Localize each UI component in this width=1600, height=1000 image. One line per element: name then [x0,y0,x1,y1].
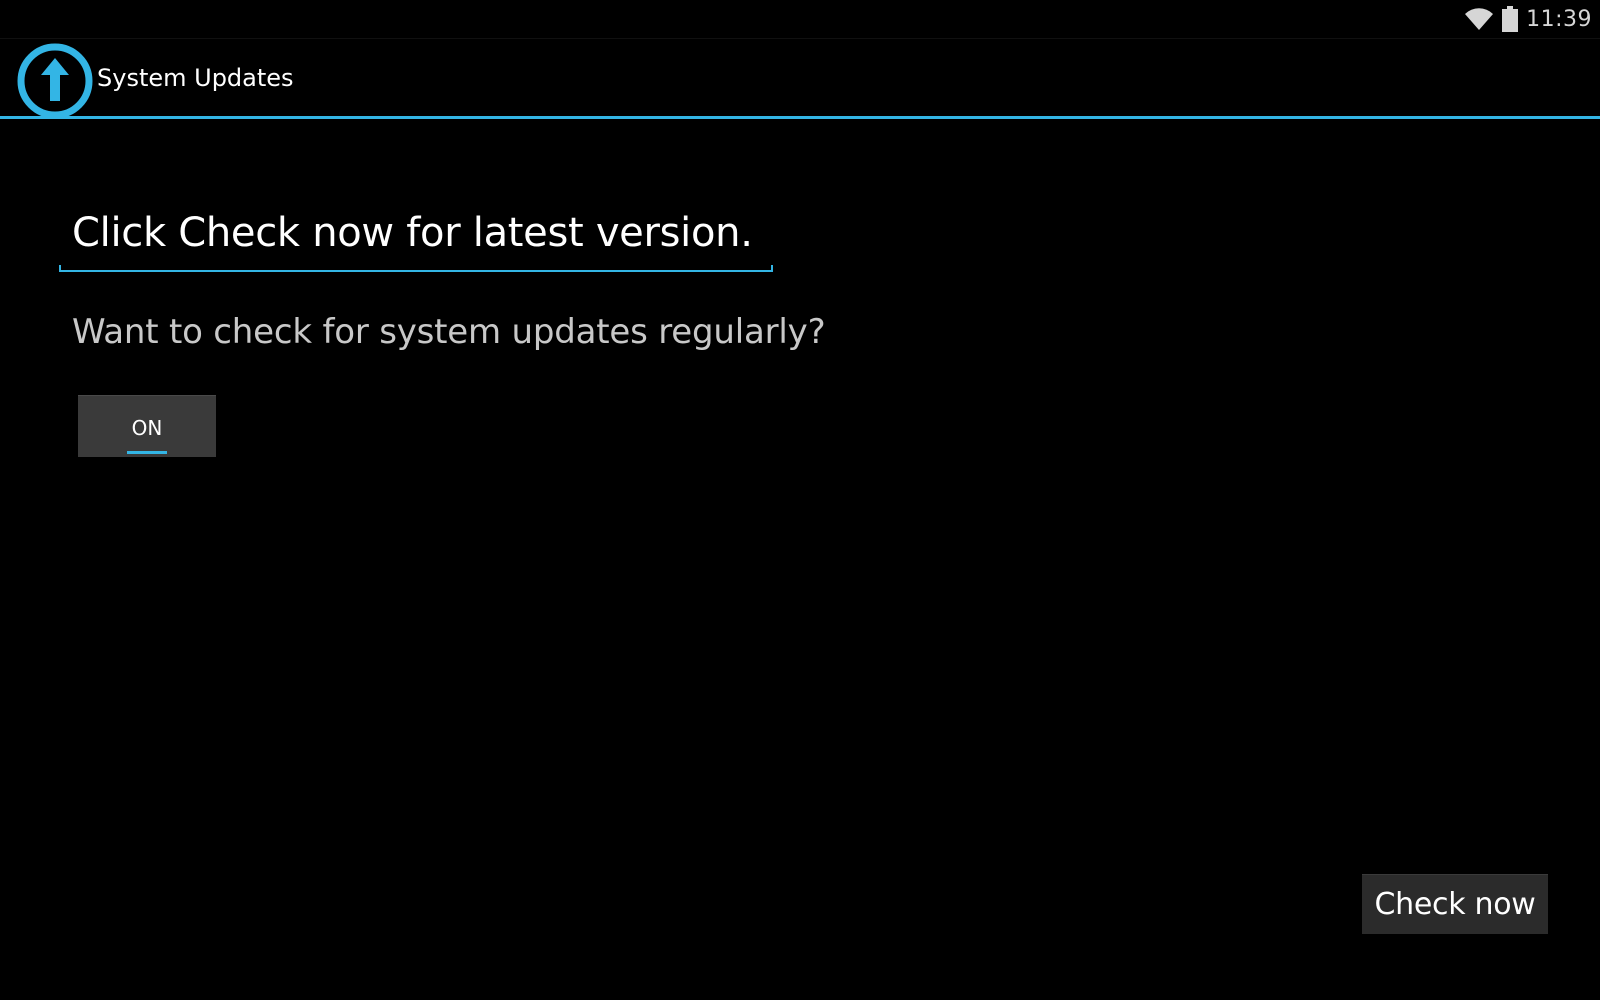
status-message-box: Click Check now for latest version. [59,200,773,272]
action-bar: System Updates [0,39,1600,119]
system-update-arrow-icon[interactable] [17,43,93,119]
check-now-button[interactable]: Check now [1362,874,1548,934]
check-now-label: Check now [1374,887,1536,922]
auto-check-toggle[interactable]: ON [78,395,216,457]
auto-check-question: Want to check for system updates regular… [72,312,826,352]
status-time: 11:39 [1526,6,1592,32]
status-indicators: 11:39 [1464,4,1592,34]
page-title: System Updates [97,64,294,92]
status-message: Click Check now for latest version. [72,210,753,256]
status-bar: 11:39 [0,0,1600,39]
toggle-on-indicator [127,451,167,454]
wifi-icon [1464,7,1494,31]
battery-icon [1502,6,1519,32]
toggle-label: ON [131,416,163,440]
